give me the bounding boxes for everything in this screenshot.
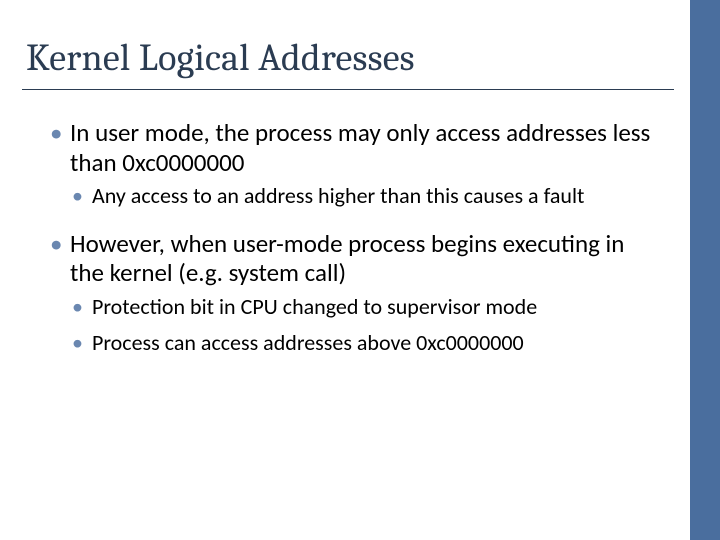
bullet-icon: • bbox=[72, 330, 83, 356]
bullet-level1: • In user mode, the process may only acc… bbox=[50, 118, 660, 177]
bullet-level2: • Process can access addresses above 0xc… bbox=[72, 330, 660, 356]
bullet-icon: • bbox=[72, 294, 83, 320]
slide: Kernel Logical Addresses • In user mode,… bbox=[0, 0, 720, 540]
slide-body: • In user mode, the process may only acc… bbox=[50, 118, 660, 366]
bullet-level1: • However, when user-mode process begins… bbox=[50, 229, 660, 288]
slide-title: Kernel Logical Addresses bbox=[26, 36, 670, 80]
bullet-icon: • bbox=[50, 118, 62, 148]
bullet-level2: • Protection bit in CPU changed to super… bbox=[72, 294, 660, 320]
bullet-icon: • bbox=[50, 229, 62, 259]
accent-side-bar bbox=[690, 0, 720, 540]
bullet-text: Protection bit in CPU changed to supervi… bbox=[92, 293, 537, 320]
bullet-text: In user mode, the process may only acces… bbox=[70, 117, 650, 178]
bullet-level2: • Any access to an address higher than t… bbox=[72, 183, 660, 209]
bullet-text: However, when user-mode process begins e… bbox=[70, 228, 624, 289]
bullet-icon: • bbox=[72, 183, 83, 209]
bullet-text: Process can access addresses above 0xc00… bbox=[92, 329, 524, 356]
title-underline bbox=[22, 89, 674, 90]
bullet-text: Any access to an address higher than thi… bbox=[92, 182, 584, 209]
